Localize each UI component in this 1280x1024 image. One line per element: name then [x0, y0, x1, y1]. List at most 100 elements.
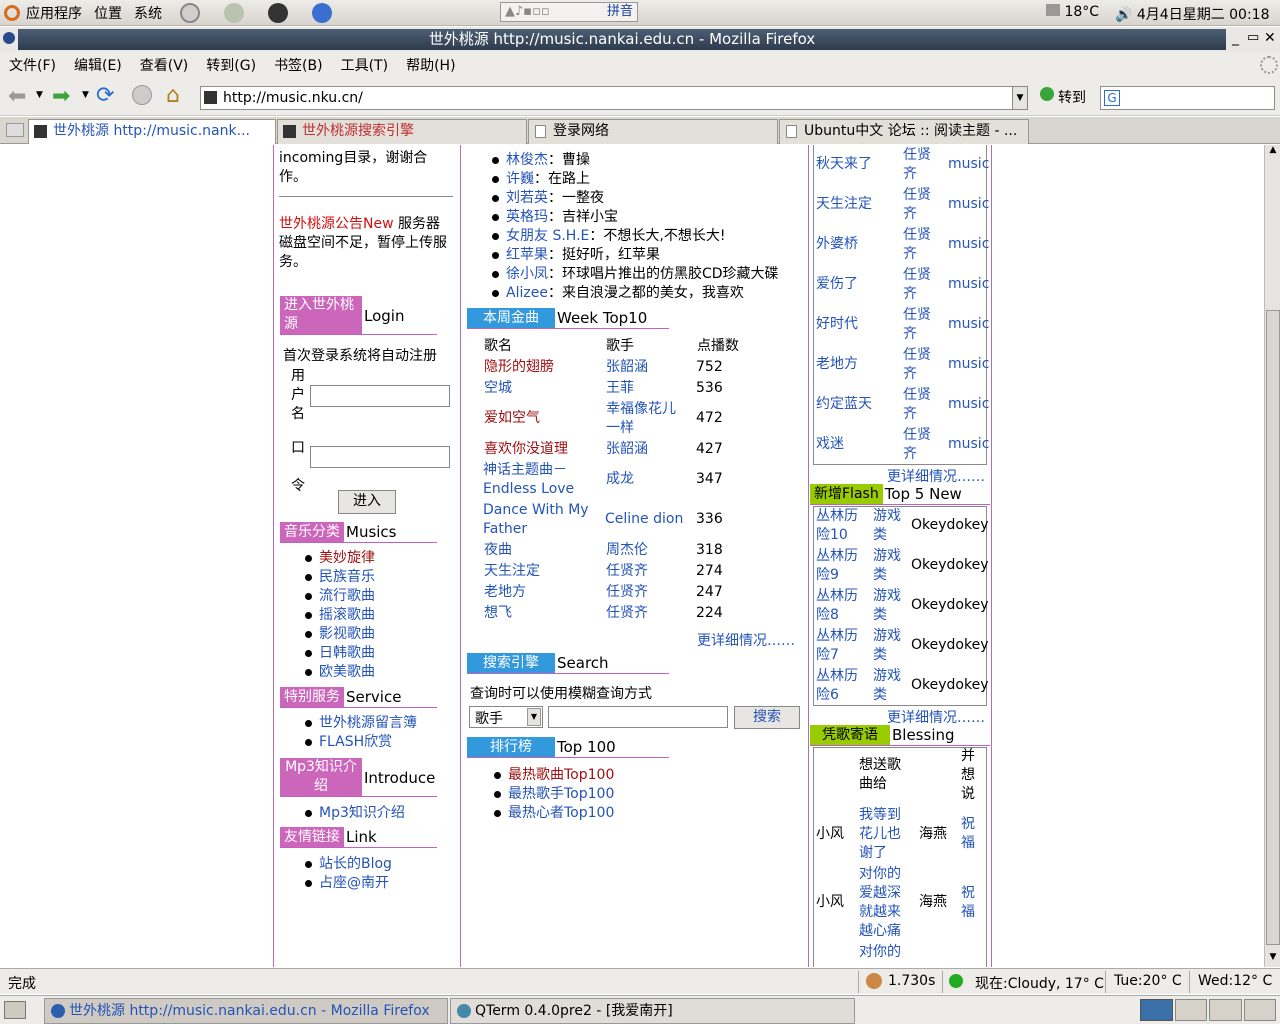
- singer-link[interactable]: 任贤齐: [903, 186, 935, 224]
- bless-msg-link[interactable]: 祝福: [961, 884, 977, 922]
- week-singer-link[interactable]: 任贤齐: [606, 562, 648, 581]
- flash-name-link[interactable]: 丛林历险6: [816, 667, 864, 705]
- go-icon[interactable]: [1040, 87, 1054, 101]
- week-song-link[interactable]: 神话主题曲－Endless Love: [483, 461, 593, 499]
- reload-icon[interactable]: ⟳: [96, 83, 114, 108]
- mp3-link[interactable]: Mp3知识介绍: [319, 805, 405, 821]
- songs-more-link[interactable]: 更详细情况……: [887, 466, 985, 486]
- workspace-4[interactable]: [1243, 999, 1276, 1021]
- forward-icon[interactable]: ➡: [52, 84, 70, 109]
- news-artist-link[interactable]: 林俊杰: [506, 152, 548, 168]
- bless-msg-link[interactable]: 祝福: [961, 815, 977, 853]
- week-more-link[interactable]: 更详细情况……: [697, 630, 795, 650]
- search-keyword-input[interactable]: [548, 706, 728, 728]
- flash-type-link[interactable]: 游戏类: [873, 667, 905, 705]
- song-link[interactable]: 外婆桥: [816, 235, 858, 254]
- menu-edit[interactable]: 编辑(E): [65, 55, 131, 75]
- week-song-link[interactable]: Dance With My Father: [483, 501, 593, 539]
- news-artist-link[interactable]: 徐小凤: [506, 266, 548, 282]
- music-link[interactable]: 民族音乐: [319, 569, 375, 585]
- password-input[interactable]: [310, 446, 450, 468]
- music-item[interactable]: 欧美歌曲: [303, 663, 375, 682]
- home-icon[interactable]: ⌂: [166, 83, 180, 108]
- window-titlebar[interactable]: 世外桃源 http://music.nankai.edu.cn - Mozill…: [0, 27, 1280, 52]
- scroll-down-icon[interactable]: ▼: [1266, 952, 1280, 966]
- week-song-link[interactable]: 老地方: [484, 583, 526, 602]
- bless-song-link[interactable]: 对你的: [859, 943, 907, 962]
- week-singer-link[interactable]: 任贤齐: [606, 604, 648, 623]
- menu-view[interactable]: 查看(V): [131, 55, 198, 75]
- scroll-up-icon[interactable]: ▲: [1266, 145, 1280, 159]
- maximize-icon[interactable]: ▭: [1247, 30, 1259, 45]
- singer-link[interactable]: 任贤齐: [903, 426, 935, 464]
- singer-link[interactable]: 任贤齐: [903, 226, 935, 264]
- music-item[interactable]: 影视歌曲: [303, 625, 375, 644]
- page-scrollbar[interactable]: ▲ ▼: [1264, 145, 1280, 967]
- rank-link[interactable]: 最热歌曲Top100: [508, 767, 614, 783]
- bless-song-link[interactable]: 我等到花儿也谢了: [859, 806, 907, 863]
- week-song-link[interactable]: 隐形的翅膀: [484, 358, 554, 377]
- music-link[interactable]: 影视歌曲: [319, 626, 375, 642]
- bless-song-link[interactable]: 对你的爱越深就越来越心痛: [859, 865, 907, 941]
- music-item[interactable]: 美妙旋律: [303, 549, 375, 568]
- music-link[interactable]: 美妙旋律: [319, 550, 375, 566]
- minimize-icon[interactable]: _: [1232, 30, 1239, 46]
- flash-name-link[interactable]: 丛林历险7: [816, 627, 864, 665]
- service-item[interactable]: 世外桃源留言簿: [303, 714, 417, 733]
- music-item[interactable]: 日韩歌曲: [303, 644, 375, 663]
- singer-link[interactable]: 任贤齐: [903, 386, 935, 424]
- week-song-link[interactable]: 天生注定: [484, 562, 540, 581]
- news-artist-link[interactable]: 英格玛: [506, 209, 548, 225]
- friend-link[interactable]: 站长的Blog: [319, 856, 392, 872]
- notice-title[interactable]: 世外桃源公告New: [279, 216, 394, 232]
- service-link[interactable]: FLASH欣赏: [319, 734, 392, 750]
- tab-list-icon[interactable]: [6, 123, 24, 137]
- back-dropdown-icon[interactable]: ▼: [36, 90, 43, 100]
- week-singer-link[interactable]: 成龙: [606, 470, 634, 489]
- week-singer-link[interactable]: Celine dion: [605, 510, 683, 529]
- singer-link[interactable]: 任贤齐: [903, 266, 935, 304]
- flash-more-link[interactable]: 更详细情况……: [887, 707, 985, 727]
- song-link[interactable]: 戏迷: [816, 435, 844, 454]
- song-link[interactable]: 好时代: [816, 315, 858, 334]
- task-qterm[interactable]: QTerm 0.4.0pre2 - [我爱南开]: [450, 998, 855, 1024]
- flash-type-link[interactable]: 游戏类: [873, 627, 905, 665]
- news-artist-link[interactable]: 刘若英: [506, 190, 548, 206]
- menu-file[interactable]: 文件(F): [0, 55, 65, 75]
- rank-item[interactable]: 最热心者Top100: [492, 804, 614, 823]
- music-link[interactable]: 日韩歌曲: [319, 645, 375, 661]
- rank-link[interactable]: 最热歌手Top100: [508, 786, 614, 802]
- menu-help[interactable]: 帮助(H): [397, 55, 464, 75]
- ubuntu-logo-icon[interactable]: [4, 4, 20, 21]
- news-artist-link[interactable]: 女朋友 S.H.E: [506, 228, 589, 244]
- enter-button[interactable]: 进入: [338, 490, 396, 514]
- task-firefox[interactable]: 世外桃源 http://music.nankai.edu.cn - Mozill…: [44, 998, 448, 1024]
- applications-menu[interactable]: 应用程序: [20, 3, 88, 23]
- mp3-item[interactable]: Mp3知识介绍: [303, 804, 405, 823]
- music-item[interactable]: 民族音乐: [303, 568, 375, 587]
- stop-icon[interactable]: [132, 85, 152, 105]
- tab-login[interactable]: 登录网络: [528, 119, 778, 144]
- week-singer-link[interactable]: 张韶涵: [606, 358, 648, 377]
- volume-icon[interactable]: 🔊: [1115, 7, 1132, 23]
- flash-type-link[interactable]: 游戏类: [873, 507, 905, 545]
- show-desktop-icon[interactable]: [4, 1001, 26, 1019]
- rank-item[interactable]: 最热歌手Top100: [492, 785, 614, 804]
- music-link[interactable]: 摇滚歌曲: [319, 607, 375, 623]
- flash-type-link[interactable]: 游戏类: [873, 587, 905, 625]
- search-engine-icon[interactable]: G: [1104, 90, 1120, 106]
- menu-bookmarks[interactable]: 书签(B): [265, 55, 332, 75]
- web-search-input[interactable]: G: [1100, 86, 1275, 110]
- rank-link[interactable]: 最热心者Top100: [508, 805, 614, 821]
- week-song-link[interactable]: 夜曲: [484, 541, 512, 560]
- song-link[interactable]: 天生注定: [816, 195, 872, 214]
- url-input[interactable]: http://music.nku.cn/: [200, 86, 1028, 110]
- week-singer-link[interactable]: 幸福像花儿一样: [606, 400, 684, 438]
- search-type-select[interactable]: 歌手 ▼: [469, 706, 543, 728]
- week-singer-link[interactable]: 王菲: [606, 379, 634, 398]
- singer-link[interactable]: 任贤齐: [903, 306, 935, 344]
- workspace-switcher[interactable]: [1140, 999, 1276, 1021]
- singer-link[interactable]: 任贤齐: [903, 346, 935, 384]
- forward-dropdown-icon[interactable]: ▼: [82, 90, 89, 100]
- service-link[interactable]: 世外桃源留言簿: [319, 715, 417, 731]
